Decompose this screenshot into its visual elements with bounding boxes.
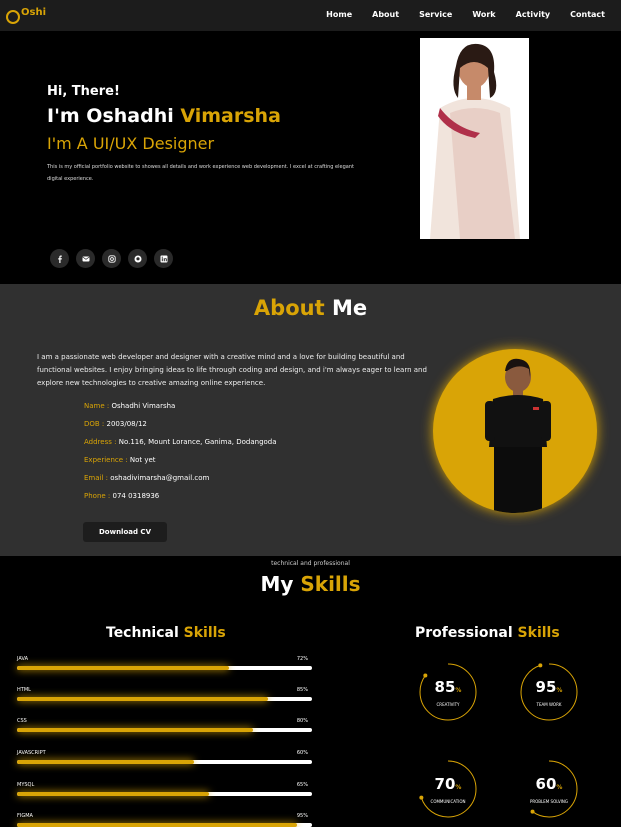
linkedin-icon[interactable] [154, 249, 173, 268]
skill-bar-fill [17, 792, 209, 796]
info-value: 074 0318936 [112, 492, 160, 500]
skill-ring-value: 70% [434, 775, 462, 793]
hero-greeting: Hi, There! [47, 84, 120, 99]
info-value: Oshadhi Vimarsha [111, 402, 176, 410]
tech-title-text: Technical [106, 625, 179, 641]
info-value: No.116, Mount Lorance, Ganima, Dodangoda [118, 438, 277, 446]
prof-title-highlight: Skills [517, 625, 560, 641]
skill-bar-percent: 65% [296, 782, 308, 788]
skill-ring-creativity: 85% CREATIVITY [418, 662, 478, 722]
info-row: DOB : 2003/08/12 [84, 420, 147, 428]
skill-ring-problem-solving: 60% PROBLEM SOLVING [519, 759, 579, 819]
logo-text: Oshi [21, 7, 46, 18]
tech-title-highlight: Skills [183, 625, 226, 641]
info-key: Phone [84, 492, 106, 500]
social-links [50, 249, 173, 268]
skills-subtitle: technical and professional [271, 560, 350, 567]
info-row: Experience : Not yet [84, 456, 156, 464]
about-photo [433, 349, 597, 513]
info-value: 2003/08/12 [106, 420, 147, 428]
about-paragraph: I am a passionate web developer and desi… [37, 353, 427, 387]
nav-work[interactable]: Work [472, 10, 495, 19]
nav-activity[interactable]: Activity [516, 10, 551, 19]
skill-ring-label: TEAM WORK [536, 702, 562, 707]
skill-bar-label: JAVASCRIPT [17, 750, 46, 756]
skill-bar-label: JAVA [17, 656, 29, 662]
info-key: Email [84, 474, 104, 482]
skill-bar-percent: 80% [296, 718, 308, 724]
skill-bar-fill [17, 666, 230, 670]
hero-description: This is my official portfolio website to… [47, 164, 354, 182]
skills-title-highlight: Skills [300, 572, 361, 596]
about-title: About Me [0, 296, 621, 320]
download-cv-button[interactable]: Download CV [83, 522, 167, 542]
info-row: Address : No.116, Mount Lorance, Ganima,… [84, 438, 277, 446]
info-key: DOB [84, 420, 100, 428]
skills-title: My Skills [0, 572, 621, 596]
skill-ring-value: 85% [434, 678, 462, 696]
facebook-icon[interactable] [50, 249, 69, 268]
prof-title-text: Professional [415, 625, 513, 641]
hero-name-prefix: I'm Oshadhi [47, 105, 174, 127]
skill-bar-label: CSS [17, 718, 27, 724]
nav-contact[interactable]: Contact [570, 10, 605, 19]
skill-bar-fill [17, 728, 253, 732]
skill-bar-percent: 95% [296, 813, 308, 819]
hero-name-highlight: Vimarsha [180, 105, 281, 127]
skill-ring-value: 95% [535, 678, 563, 696]
github-icon[interactable] [128, 249, 147, 268]
skill-bar-percent: 60% [296, 750, 308, 756]
professional-skills-title: Professional Skills [415, 625, 560, 641]
skill-bar-fill [17, 697, 268, 701]
skill-bar-label: FIGMA [17, 813, 33, 819]
hero-portrait [420, 38, 529, 239]
info-row: Name : Oshadhi Vimarsha [84, 402, 176, 410]
skill-ring-label: PROBLEM SOLVING [529, 799, 569, 804]
info-row: Phone : 074 0318936 [84, 492, 160, 500]
skill-bar-fill [17, 760, 194, 764]
info-row: Email : oshadivimarsha@gmail.com [84, 474, 210, 482]
skills-title-rest: My [260, 572, 294, 596]
logo-ring-icon [6, 10, 20, 24]
nav-about[interactable]: About [372, 10, 399, 19]
technical-skills-title: Technical Skills [106, 625, 226, 641]
skill-ring-value: 60% [535, 775, 563, 793]
skill-ring-team-work: 95% TEAM WORK [519, 662, 579, 722]
instagram-icon[interactable] [102, 249, 121, 268]
nav-home[interactable]: Home [326, 10, 352, 19]
info-key: Name [84, 402, 105, 410]
about-title-highlight: About [253, 296, 325, 320]
info-key: Address [84, 438, 112, 446]
logo[interactable]: Oshi [6, 4, 50, 26]
nav-menu: Home About Service Work Activity Contact [306, 10, 605, 19]
skill-bar-percent: 72% [296, 656, 308, 662]
skill-ring-label: CREATIVITY [436, 702, 460, 707]
skill-bar-label: MYSQL [17, 782, 35, 788]
skill-bar-label: HTML [17, 687, 31, 693]
skill-bar-percent: 85% [296, 687, 308, 693]
info-value: Not yet [129, 456, 156, 464]
about-title-rest: Me [331, 296, 368, 320]
nav-service[interactable]: Service [419, 10, 452, 19]
info-value: oshadivimarsha@gmail.com [110, 474, 210, 482]
top-navbar: Oshi Home About Service Work Activity Co… [0, 0, 621, 31]
info-key: Experience [84, 456, 124, 464]
hero-role: I'm A UI/UX Designer [47, 134, 215, 153]
skill-ring-communication: 70% COMMUNICATION [418, 759, 478, 819]
skill-bar-fill [17, 823, 298, 827]
skill-ring-label: COMMUNICATION [430, 799, 466, 804]
hero-name: I'm Oshadhi Vimarsha [47, 105, 281, 127]
mail-icon[interactable] [76, 249, 95, 268]
